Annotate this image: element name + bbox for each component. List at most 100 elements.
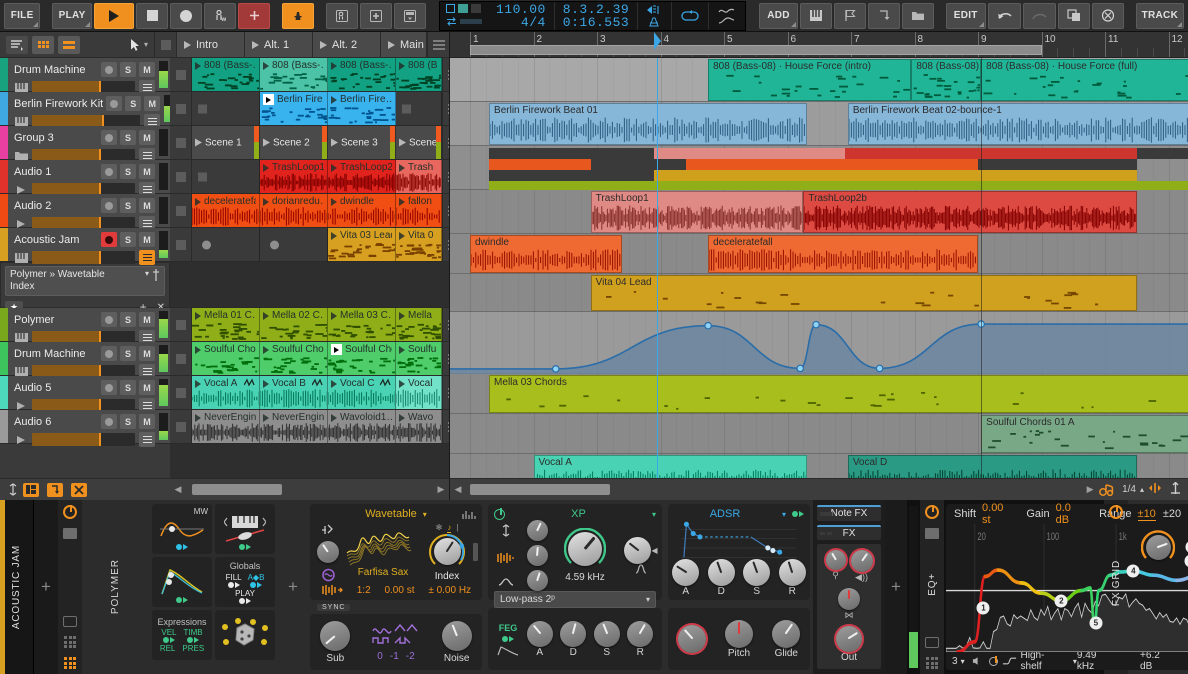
clip-cell[interactable]: NeverEngin…: [260, 410, 328, 443]
clip-cell[interactable]: dwindle: [328, 194, 396, 227]
scene-launch-button[interactable]: [442, 194, 449, 227]
track-options-button[interactable]: [139, 432, 155, 447]
filter-keytrack-knob[interactable]: [526, 545, 548, 566]
out-knob[interactable]: [836, 626, 862, 652]
feg-a-knob[interactable]: [526, 620, 553, 647]
add-automation-button[interactable]: [238, 2, 271, 29]
scrollbar-thumb[interactable]: [470, 484, 610, 495]
range-option-10[interactable]: ±10: [1137, 508, 1156, 521]
track-menu-button[interactable]: TRACK: [1135, 2, 1184, 29]
track-record-button[interactable]: [101, 346, 117, 361]
sub-oct-m2[interactable]: -2: [406, 651, 415, 662]
scene-launch-button[interactable]: [442, 410, 449, 443]
expand-icon[interactable]: [63, 616, 77, 627]
track-mute-button[interactable]: M: [139, 312, 155, 327]
play-button[interactable]: [94, 2, 135, 29]
modulator-globals[interactable]: Globals FILL A◆B PLAY: [215, 557, 275, 607]
clip-cell[interactable]: dorianredu…: [260, 194, 328, 227]
track-solo-button[interactable]: S: [120, 312, 136, 327]
clip-cell[interactable]: Scene 1: [192, 126, 260, 159]
osc-ratio[interactable]: 1:2: [357, 585, 371, 596]
groove-button[interactable]: [1098, 483, 1114, 497]
phase-icon[interactable]: [321, 568, 336, 582]
automation-write-button[interactable]: w: [204, 2, 237, 29]
play-button-icon[interactable]: [263, 94, 274, 105]
preroll-icon[interactable]: [646, 4, 663, 16]
scene-launch-button[interactable]: [442, 308, 449, 341]
voice-knob[interactable]: [825, 550, 846, 570]
clip-cell[interactable]: Vita 03 Lead: [328, 228, 396, 261]
layout-toggle-button[interactable]: [23, 482, 39, 497]
track-mute-button[interactable]: M: [144, 96, 161, 111]
clip-cell[interactable]: Berlin Fire…: [260, 92, 328, 125]
sync-badge[interactable]: SYNC: [317, 604, 351, 611]
play-menu-button[interactable]: PLAY: [52, 2, 93, 29]
track-mute-button[interactable]: M: [139, 62, 155, 77]
track-record-button[interactable]: [101, 130, 117, 145]
chevron-up-icon[interactable]: ▴: [1140, 485, 1144, 494]
arranger-clip[interactable]: TrashLoop1: [590, 191, 804, 233]
band-power-icon[interactable]: [988, 655, 998, 666]
adsr-a-knob[interactable]: [672, 559, 700, 586]
play-assign-button[interactable]: [239, 597, 251, 604]
power-icon[interactable]: [494, 507, 505, 520]
clip-cell[interactable]: Mella 03 C…: [328, 308, 396, 341]
band-type-value[interactable]: High-shelf: [1021, 650, 1063, 672]
track-mute-button[interactable]: M: [139, 198, 155, 213]
track-mute-button[interactable]: M: [139, 130, 155, 145]
clip-cell[interactable]: Vocal: [396, 376, 442, 409]
arranger-clip[interactable]: Soulful Chords 01 A: [981, 415, 1188, 453]
clip-cell[interactable]: Soulful Cho…: [260, 342, 328, 375]
track-solo-button[interactable]: S: [120, 198, 136, 213]
arranger-clip[interactable]: deceleratefall: [708, 235, 978, 273]
adsr-graph[interactable]: [668, 520, 810, 559]
glide-knob[interactable]: [772, 619, 801, 648]
feg-assign-button[interactable]: [502, 635, 514, 642]
osc-wave-icon[interactable]: [321, 584, 343, 596]
clip-cell[interactable]: Trash: [396, 160, 442, 193]
fill-assign-button[interactable]: [227, 581, 240, 588]
scene-launch-button[interactable]: [442, 58, 449, 91]
clip-cell[interactable]: [192, 160, 260, 193]
band-mute-icon[interactable]: [972, 656, 982, 666]
device-track-strip[interactable]: ACOUSTIC JAM: [0, 500, 34, 674]
track-solo-button[interactable]: S: [125, 96, 142, 111]
track-header-0[interactable]: Drum Machine S M: [0, 58, 170, 95]
groove-display[interactable]: [709, 2, 745, 30]
track-list-button[interactable]: [6, 35, 28, 54]
group-stripe[interactable]: [654, 148, 845, 159]
unison-icon[interactable]: [320, 523, 336, 536]
track-options-button[interactable]: [139, 250, 155, 265]
adsr-assign-button[interactable]: [792, 511, 804, 517]
pan-knob[interactable]: [838, 588, 860, 610]
cutoff-knob[interactable]: [568, 532, 602, 566]
track-mute-button[interactable]: M: [139, 346, 155, 361]
group-stripe[interactable]: [489, 159, 591, 170]
track-stop-button[interactable]: [170, 92, 192, 125]
track-header-1[interactable]: Berlin Firework Kit S M: [0, 92, 174, 129]
add-track-button[interactable]: [360, 2, 393, 29]
add-modulator-button[interactable]: +: [279, 500, 307, 674]
device-selector[interactable]: Polymer » Wavetable Index ▾: [5, 266, 165, 296]
chevron-down-icon[interactable]: ▾: [782, 510, 786, 519]
arr-scroll-right-arrow[interactable]: ▶: [1082, 484, 1098, 495]
track-header-6[interactable]: Polymer S M: [0, 308, 170, 345]
group-stripe[interactable]: [590, 159, 686, 170]
scene-launch-button[interactable]: [442, 342, 449, 375]
scene-column-2[interactable]: Alt. 2: [313, 32, 381, 57]
track-record-button[interactable]: [106, 96, 123, 111]
gain-value[interactable]: 0.0 dB: [1056, 502, 1078, 526]
clip-cell[interactable]: Vocal C: [328, 376, 396, 409]
vel-assign-button[interactable]: [162, 637, 175, 643]
adsr-s-knob[interactable]: [743, 559, 771, 586]
track-record-button[interactable]: [101, 198, 117, 213]
scene-column-0[interactable]: Intro: [177, 32, 245, 57]
track-record-button[interactable]: [101, 312, 117, 327]
duplicate-button[interactable]: [1057, 2, 1090, 29]
power-icon[interactable]: [925, 505, 939, 519]
eq-band-node-5[interactable]: 5: [1089, 616, 1103, 630]
modulator-envelope[interactable]: [152, 557, 212, 607]
clip-cell[interactable]: deceleratefall: [192, 194, 260, 227]
modulator-keytrack[interactable]: [215, 504, 275, 554]
clip-cell[interactable]: Vocal B: [260, 376, 328, 409]
